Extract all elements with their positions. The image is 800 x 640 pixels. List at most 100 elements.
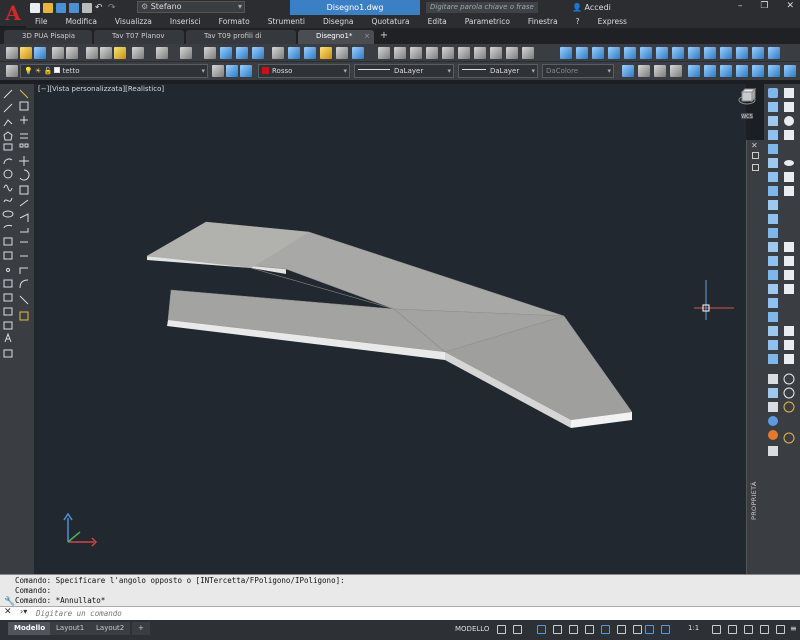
polar-icon[interactable] [553, 625, 562, 634]
zoom-window-icon[interactable] [236, 47, 248, 59]
app-logo-icon[interactable]: A [0, 0, 26, 26]
redo-icon[interactable]: ↷ [108, 3, 118, 13]
ucs-zaxis-icon[interactable] [672, 47, 684, 59]
save-icon[interactable] [56, 2, 66, 13]
close-cmd-icon[interactable]: ✕ [4, 607, 12, 617]
view-right-icon[interactable] [426, 47, 438, 59]
autohide-icon[interactable] [752, 152, 759, 159]
view-sw-iso-icon[interactable] [474, 47, 486, 59]
markup-icon[interactable] [336, 47, 348, 59]
customize-menu-icon[interactable]: ≡ [790, 624, 797, 633]
properties-icon[interactable] [272, 47, 284, 59]
view-back-icon[interactable] [458, 47, 470, 59]
visual-style-wire-icon[interactable] [622, 65, 634, 77]
signin-button[interactable]: 👤 Accedi [572, 1, 611, 14]
orbit-icon[interactable] [688, 65, 700, 77]
walk-icon[interactable] [752, 65, 764, 77]
tab-layout2[interactable]: Layout2 [90, 622, 131, 635]
menu-inserisci[interactable]: Inserisci [161, 15, 210, 28]
save-icon[interactable] [34, 47, 46, 59]
lineweight-dropdown[interactable]: DaLayer ▾ [458, 64, 538, 78]
menu-edita[interactable]: Edita [419, 15, 456, 28]
layer-state-icon[interactable] [240, 65, 252, 77]
tab-tav-t07[interactable]: Tav T07 Planov new* [94, 30, 184, 53]
ucs-face-icon[interactable] [608, 47, 620, 59]
ucs-named-icon[interactable] [768, 47, 780, 59]
open-icon[interactable] [20, 47, 32, 59]
new-tab-button[interactable]: + [377, 30, 391, 42]
view-ne-iso-icon[interactable] [506, 47, 518, 59]
visual-style-conceptual-icon[interactable] [654, 65, 666, 77]
make-current-icon[interactable] [212, 65, 224, 77]
camera-icon[interactable] [736, 65, 748, 77]
hardware-accel-icon[interactable] [760, 625, 769, 634]
ucs-icon[interactable] [560, 47, 572, 59]
view-nw-iso-icon[interactable] [522, 47, 534, 59]
clean-screen-icon[interactable] [776, 625, 785, 634]
layer-properties-icon[interactable] [6, 65, 18, 77]
menu-strumenti[interactable]: Strumenti [259, 15, 314, 28]
search-input[interactable]: Digitare parola chiave o frase [426, 2, 538, 13]
lineweight-icon[interactable] [617, 625, 626, 634]
annotation-visibility-icon[interactable] [645, 625, 654, 634]
isodraft-icon[interactable] [569, 625, 578, 634]
isolate-objects-icon[interactable] [744, 625, 753, 634]
ucs-world-icon[interactable] [576, 47, 588, 59]
ucs-z-icon[interactable] [736, 47, 748, 59]
tab-tav-t09[interactable]: Tav T09 profili di progetto* [186, 30, 296, 53]
fly-icon[interactable] [768, 65, 780, 77]
ucs-3point-icon[interactable] [688, 47, 700, 59]
undo-icon[interactable]: ↶ [95, 3, 105, 13]
ucs-previous-icon[interactable] [592, 47, 604, 59]
drawing-viewport[interactable]: [−][Vista personalizzata][Realistico] WC… [34, 84, 757, 574]
plot-icon[interactable] [82, 2, 92, 13]
tab-disegno1[interactable]: Disegno1* × [298, 30, 374, 44]
ucs-apply-icon[interactable] [752, 47, 764, 59]
visual-style-hidden-icon[interactable] [638, 65, 650, 77]
layer-dropdown[interactable]: 💡 ☀ 🔓 tetto ▾ [20, 64, 208, 78]
osnap-icon[interactable] [601, 625, 610, 634]
layer-previous-icon[interactable] [226, 65, 238, 77]
workspace-select[interactable]: ⚙ Stefano ▾ [137, 1, 245, 13]
tab-3d-pua-pisapia[interactable]: 3D PUA Pisapia [4, 30, 92, 44]
menu-modifica[interactable]: Modifica [57, 15, 106, 28]
ucs-y-icon[interactable] [720, 47, 732, 59]
view-se-iso-icon[interactable] [490, 47, 502, 59]
properties-palette[interactable]: ✕ PROPRIETÀ [746, 140, 764, 574]
light-icon[interactable] [784, 65, 796, 77]
pan-icon[interactable] [204, 47, 216, 59]
designcenter-icon[interactable] [288, 47, 300, 59]
menu-help[interactable]: ? [567, 15, 589, 28]
menu-finestra[interactable]: Finestra [519, 15, 567, 28]
save-as-icon[interactable] [69, 2, 79, 13]
ucs-object-icon[interactable] [624, 47, 636, 59]
toolpalettes-icon[interactable] [304, 47, 316, 59]
free-orbit-icon[interactable] [704, 65, 716, 77]
snap-icon[interactable] [513, 625, 522, 634]
continuous-orbit-icon[interactable] [720, 65, 732, 77]
tab-layout1[interactable]: Layout1 [50, 622, 91, 635]
paste-icon[interactable] [114, 47, 126, 59]
calculator-icon[interactable] [352, 47, 364, 59]
minimize-button[interactable]: – [738, 1, 743, 11]
undo-icon[interactable] [156, 47, 168, 59]
zoom-realtime-icon[interactable] [220, 47, 232, 59]
grid-icon[interactable] [497, 625, 506, 634]
annotation-monitor-icon[interactable] [728, 625, 737, 634]
cut-icon[interactable] [86, 47, 98, 59]
view-bottom-icon[interactable] [394, 47, 406, 59]
new-icon[interactable] [6, 47, 18, 59]
zoom-previous-icon[interactable] [252, 47, 264, 59]
linetype-dropdown[interactable]: DaLayer ▾ [354, 64, 454, 78]
print-icon[interactable] [52, 47, 64, 59]
preview-icon[interactable] [66, 47, 78, 59]
menu-visualizza[interactable]: Visualizza [106, 15, 161, 28]
command-input[interactable] [36, 608, 636, 619]
copy-icon[interactable] [100, 47, 112, 59]
matchprop-icon[interactable] [132, 47, 144, 59]
workspace-switch-icon[interactable] [712, 625, 721, 634]
ucs-view-icon[interactable] [640, 47, 652, 59]
tab-modello[interactable]: Modello [8, 622, 52, 635]
menu-file[interactable]: File [26, 15, 57, 28]
model-space-label[interactable]: MODELLO [455, 625, 489, 633]
